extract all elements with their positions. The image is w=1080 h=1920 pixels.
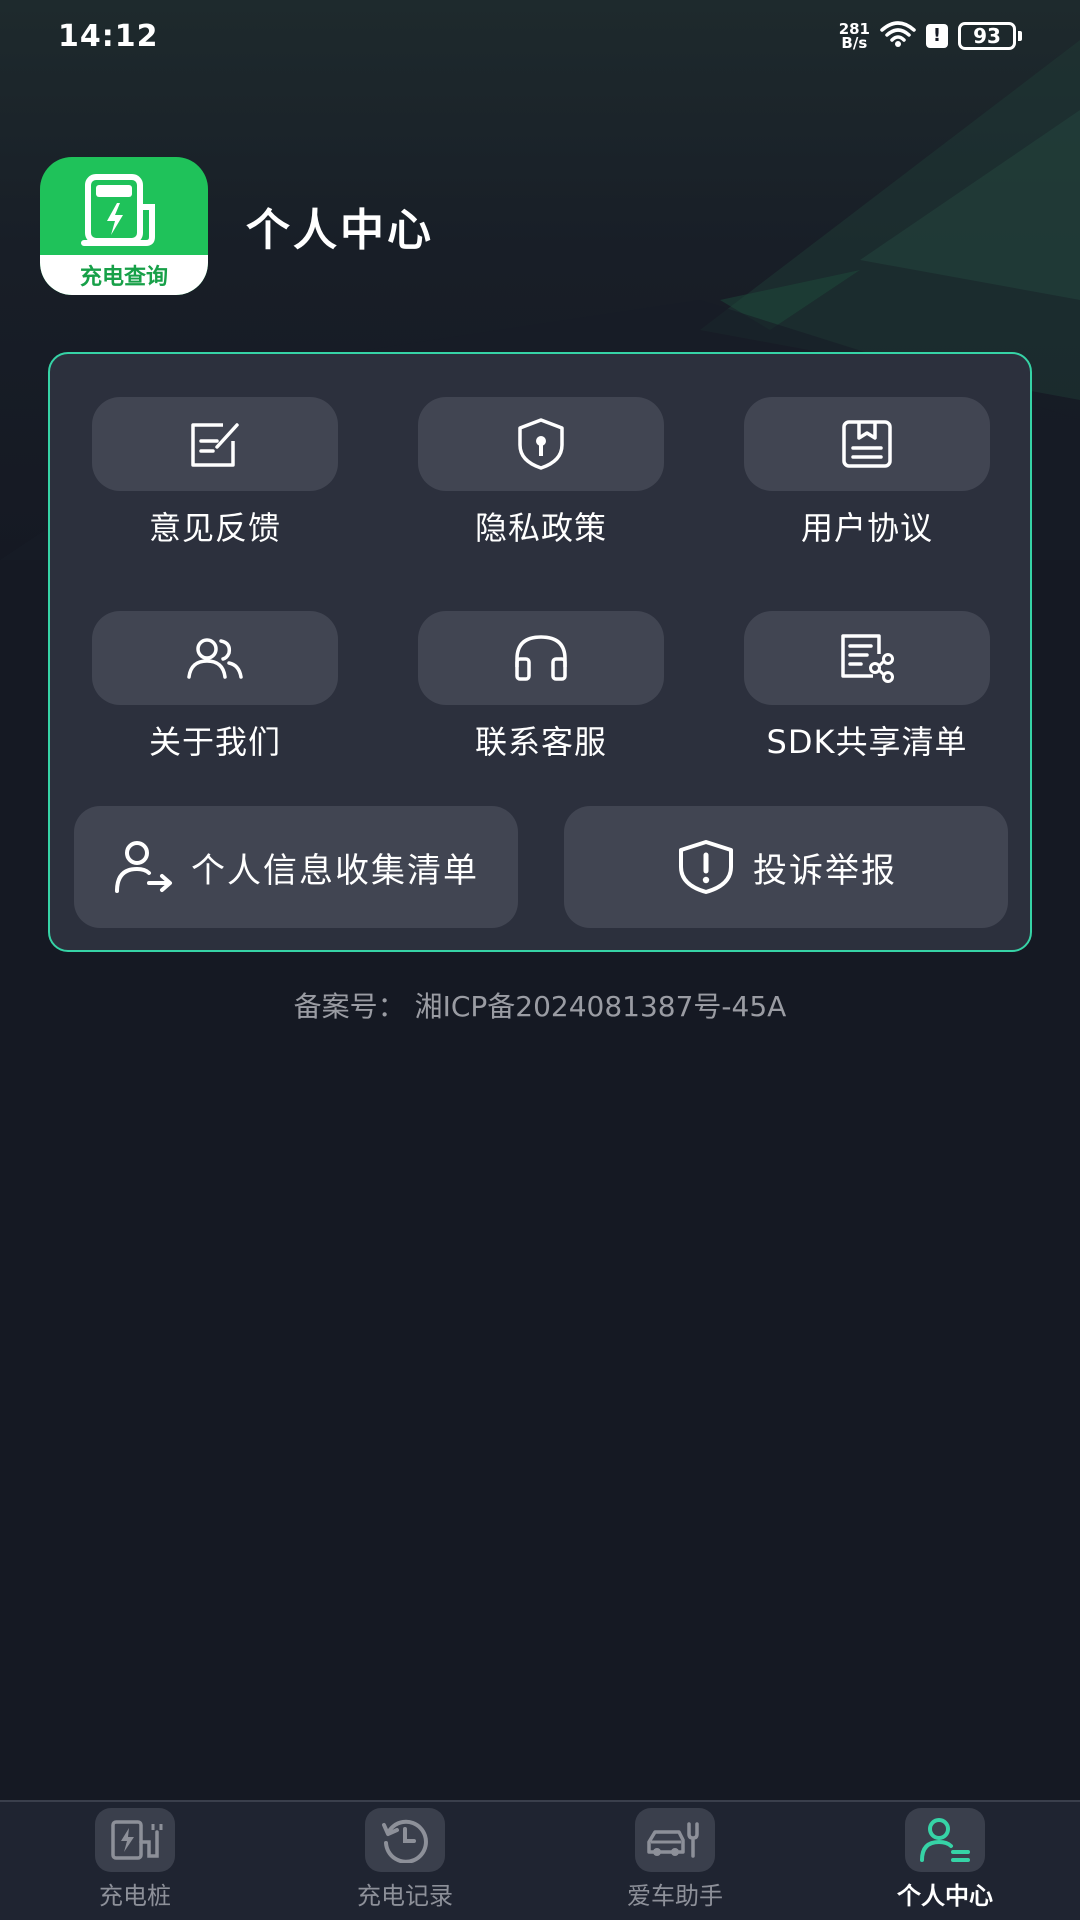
status-time: 14:12 xyxy=(58,18,159,54)
battery-level: 93 xyxy=(958,22,1016,50)
wifi-icon xyxy=(880,20,916,52)
nav-label: 个人中心 xyxy=(897,1882,993,1910)
user-export-icon xyxy=(115,841,172,893)
menu-item-about-icon-box xyxy=(92,611,338,705)
status-bar: 14:12 281 B/s ! 93 xyxy=(0,0,1080,72)
menu-item-feedback-icon-box xyxy=(92,397,338,491)
privacy-shield-icon xyxy=(518,418,564,470)
menu-item-contact-service[interactable]: 联系客服 xyxy=(418,611,664,763)
feedback-icon xyxy=(191,423,239,467)
nav-label: 充电记录 xyxy=(357,1882,453,1910)
car-wrench-icon xyxy=(647,1822,699,1858)
users-icon xyxy=(187,638,243,679)
nav-icon-box xyxy=(95,1808,175,1872)
personal-info-list-button[interactable]: 个人信息收集清单 xyxy=(74,806,518,928)
nav-item-charging-history[interactable]: 充电记录 xyxy=(270,1802,540,1920)
menu-item-sdk-share-list[interactable]: SDK共享清单 xyxy=(744,611,990,763)
nav-label: 充电桩 xyxy=(99,1882,171,1910)
page-title: 个人中心 xyxy=(246,205,434,256)
menu-item-privacy-icon-box xyxy=(418,397,664,491)
menu-item-user-agreement[interactable]: 用户协议 xyxy=(744,397,990,549)
personal-info-list-label: 个人信息收集清单 xyxy=(191,850,479,891)
network-speed: 281 B/s xyxy=(839,22,870,52)
app-logo-text: 充电查询 xyxy=(40,255,208,295)
menu-item-label: 用户协议 xyxy=(800,509,933,547)
icp-record: 备案号： 湘ICP备2024081387号-45A xyxy=(293,990,787,1023)
alert-shield-icon xyxy=(679,840,733,894)
charging-pile-icon xyxy=(111,1820,163,1860)
menu-card: 意见反馈 隐私政策 用户协议 关于我们 联系客服 SDK共享清单 个人信息收集清… xyxy=(48,352,1032,952)
menu-item-about-us[interactable]: 关于我们 xyxy=(92,611,338,763)
nav-label: 爱车助手 xyxy=(627,1882,723,1910)
bottom-nav: 充电桩 充电记录 爱车助手 个人中心 xyxy=(0,1800,1080,1920)
menu-item-agreement-icon-box xyxy=(744,397,990,491)
history-icon xyxy=(382,1819,428,1863)
menu-item-label: 意见反馈 xyxy=(148,509,281,547)
complaint-report-button[interactable]: 投诉举报 xyxy=(564,806,1008,928)
headset-icon xyxy=(515,635,567,681)
nav-item-car-assistant[interactable]: 爱车助手 xyxy=(540,1802,810,1920)
status-icons: 281 B/s ! 93 xyxy=(839,20,1022,52)
share-list-icon xyxy=(841,634,894,683)
profile-icon xyxy=(920,1818,970,1862)
nav-item-charging-pile[interactable]: 充电桩 xyxy=(0,1802,270,1920)
menu-item-label: 联系客服 xyxy=(474,723,607,761)
nav-icon-box xyxy=(365,1808,445,1872)
charger-icon xyxy=(81,174,155,246)
header: 充电查询 个人中心 xyxy=(40,157,434,295)
nav-icon-box xyxy=(905,1808,985,1872)
notification-alert-icon: ! xyxy=(926,24,948,48)
menu-item-label: 关于我们 xyxy=(148,723,281,761)
menu-item-contact-icon-box xyxy=(418,611,664,705)
menu-item-feedback[interactable]: 意见反馈 xyxy=(92,397,338,549)
app-logo: 充电查询 xyxy=(40,157,208,295)
complaint-report-label: 投诉举报 xyxy=(753,850,897,891)
menu-item-privacy-policy[interactable]: 隐私政策 xyxy=(418,397,664,549)
menu-item-label: SDK共享清单 xyxy=(766,723,968,761)
menu-item-sdk-icon-box xyxy=(744,611,990,705)
agreement-icon xyxy=(842,420,892,468)
nav-item-profile[interactable]: 个人中心 xyxy=(810,1802,1080,1920)
battery-icon: 93 xyxy=(958,22,1022,50)
menu-item-label: 隐私政策 xyxy=(474,509,607,547)
nav-icon-box xyxy=(635,1808,715,1872)
network-speed-unit: B/s xyxy=(841,34,868,52)
